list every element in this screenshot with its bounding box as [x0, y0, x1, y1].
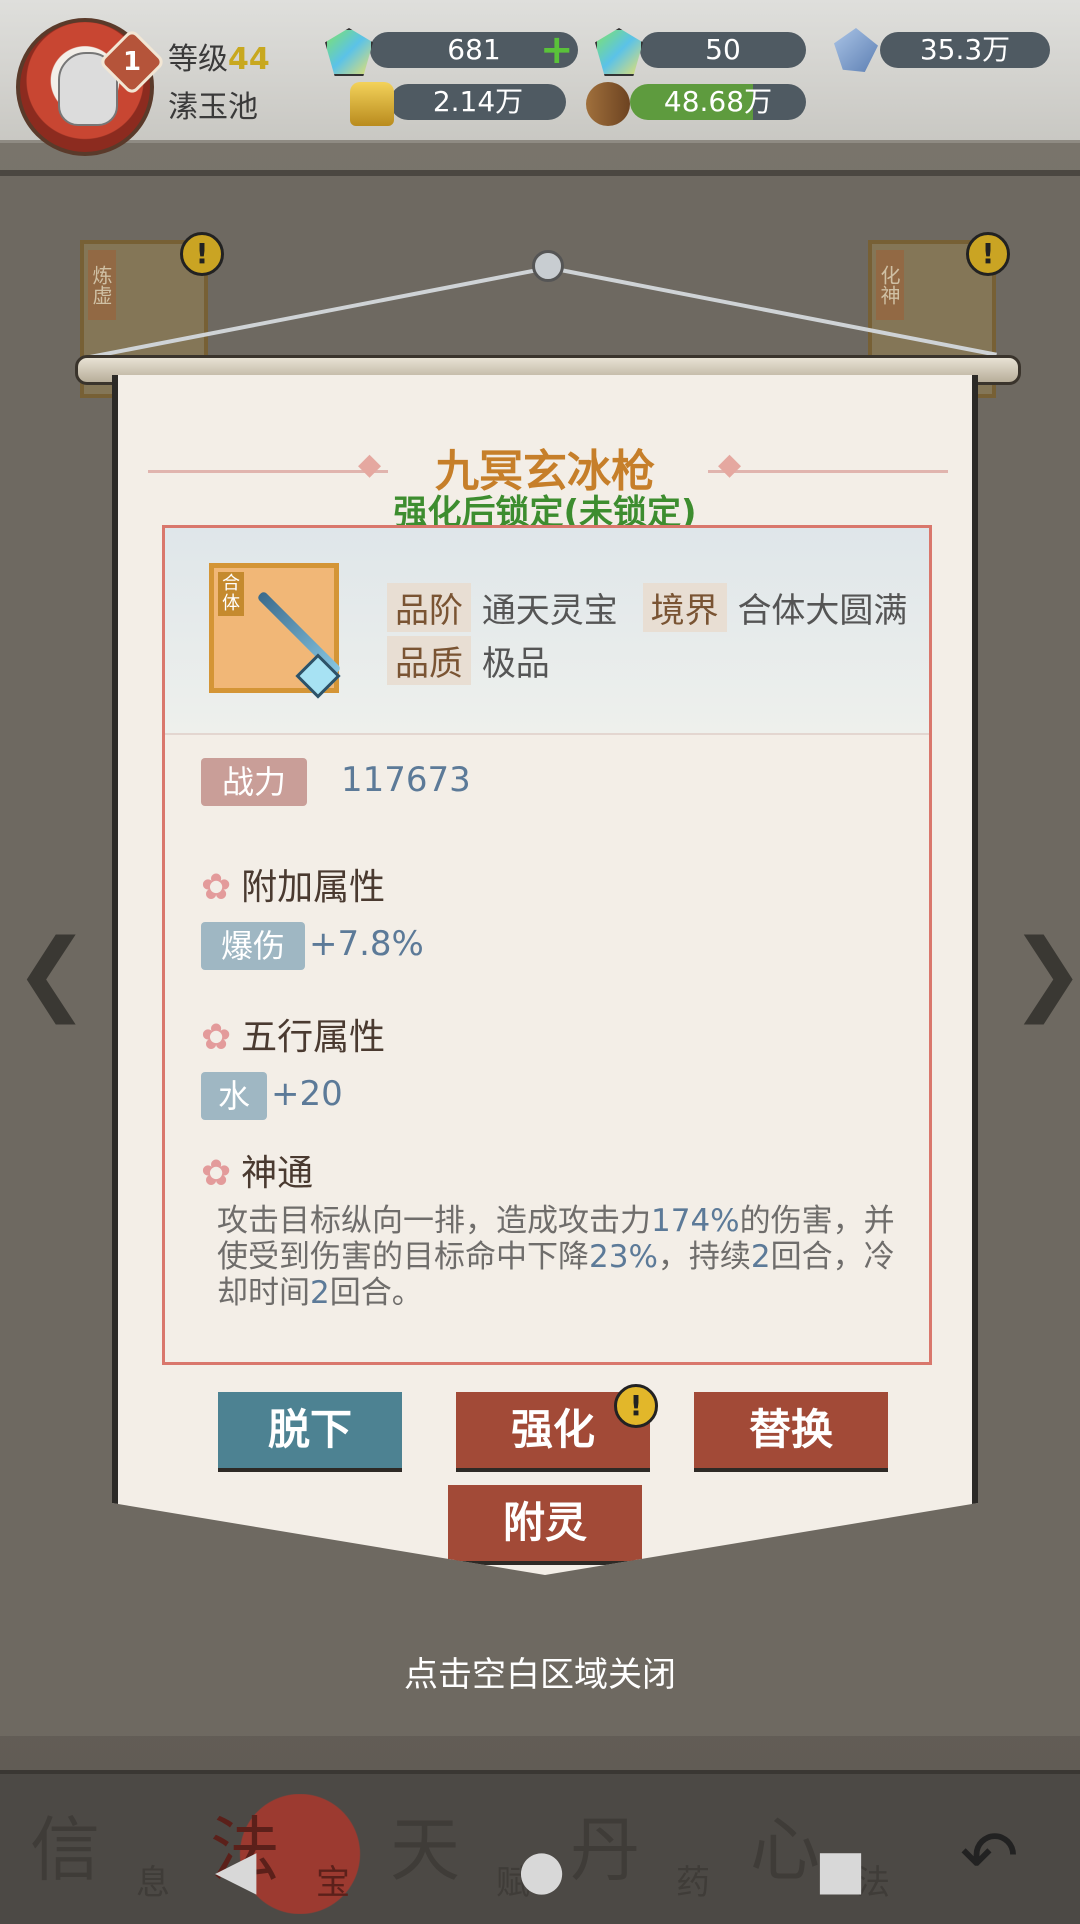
slot-tag: 化神 — [876, 250, 904, 320]
skill-number: 2 — [750, 1239, 771, 1275]
quality-label: 品质 — [387, 636, 471, 685]
realm-label: 境界 — [642, 583, 727, 632]
tab-main: 信 — [30, 1809, 100, 1891]
player-level: 等级44 — [168, 34, 270, 78]
skill-text: ，持续 — [657, 1239, 751, 1275]
item-spear-icon: 合体 — [209, 563, 342, 699]
element-title: 五行属性 — [241, 1017, 386, 1058]
realm-value: 合体大圆满 — [737, 591, 908, 631]
replace-button[interactable]: 替换 — [694, 1392, 888, 1468]
top-status-bar: 1 等级44 溸玉池 681 + 50 35.3万 2.14万 48.68万 — [0, 0, 1080, 156]
wood-amount: 48.68万 — [663, 85, 773, 118]
flower-icon: ✿ — [201, 1153, 232, 1194]
recents-square-icon[interactable]: ■ — [815, 1838, 866, 1901]
power-label: 战力 — [201, 758, 307, 806]
level-value: 44 — [228, 42, 270, 77]
add-gem-icon[interactable]: + — [540, 30, 574, 70]
return-arrow-icon[interactable]: ↶ — [960, 1815, 1019, 1897]
quality-value: 极品 — [481, 644, 550, 684]
bound-gem-amount: 50 — [705, 33, 741, 66]
skill-number: 174% — [651, 1203, 740, 1239]
skill-heading: ✿ 神通 — [201, 1144, 313, 1196]
enhance-button[interactable]: 强化 ! — [456, 1384, 658, 1468]
slot-tag: 炼虚 — [88, 250, 116, 320]
gold-amount: 2.14万 — [432, 85, 524, 118]
next-arrow-icon[interactable]: ❯ — [1010, 920, 1080, 1025]
back-triangle-icon[interactable]: ◀ — [215, 1838, 257, 1901]
extra-attr-value: +7.8% — [309, 924, 424, 964]
hanging-peg — [532, 250, 564, 282]
gold-counter[interactable]: 2.14万 — [390, 84, 566, 120]
alert-icon: ! — [966, 232, 1010, 276]
flower-icon: ✿ — [201, 1017, 232, 1058]
power-value: 117673 — [341, 760, 471, 800]
bound-gem-icon — [595, 28, 643, 76]
tab-sub: 药 — [676, 1863, 710, 1903]
close-hint: 点击空白区域关闭 — [404, 1655, 676, 1695]
rank-badge-value: 1 — [122, 47, 142, 77]
crystal-counter[interactable]: 35.3万 — [880, 32, 1050, 68]
player-avatar[interactable]: 1 — [16, 18, 166, 156]
quality-line: 品质 极品 — [387, 636, 564, 685]
unequip-button[interactable]: 脱下 — [218, 1392, 402, 1468]
skill-text: 攻击目标纵向一排，造成攻击力 — [217, 1203, 651, 1239]
skill-text: 回合。 — [329, 1275, 423, 1311]
spirit-gem-icon — [325, 28, 373, 76]
extra-attr-title: 附加属性 — [241, 867, 386, 908]
extra-attr-heading: ✿ 附加属性 — [201, 858, 385, 910]
location-name: 溸玉池 — [168, 90, 258, 125]
grade-realm-line: 品阶 通天灵宝 境界 合体大圆满 — [387, 583, 921, 632]
bound-gem-counter[interactable]: 50 — [640, 32, 806, 68]
element-value: +20 — [271, 1074, 343, 1114]
item-info-card: 合体 品阶 通天灵宝 境界 合体大圆满 品质 极品 战力 117673 ✿ 附加属… — [162, 525, 932, 1365]
alert-icon: ! — [614, 1384, 658, 1428]
grade-label: 品阶 — [387, 583, 471, 632]
flower-icon: ✿ — [201, 867, 232, 908]
enchant-button[interactable]: 附灵 — [448, 1485, 642, 1561]
skill-description: 攻击目标纵向一排，造成攻击力174%的伤害，并使受到伤害的目标命中下降23%，持… — [217, 1203, 897, 1311]
home-circle-icon[interactable]: ● — [518, 1838, 565, 1901]
skill-number: 23% — [589, 1239, 658, 1275]
item-header: 合体 品阶 通天灵宝 境界 合体大圆满 品质 极品 — [165, 528, 929, 735]
tab-pill[interactable]: 丹药 — [570, 1794, 750, 1914]
skill-title: 神通 — [241, 1153, 314, 1194]
prev-arrow-icon[interactable]: ❮ — [14, 920, 89, 1025]
extra-attr-name: 爆伤 — [201, 922, 305, 970]
item-detail-panel: ◆ ◆ 九冥玄冰枪 强化后锁定(未锁定) 合体 品阶 通天灵宝 境界 合体大圆满… — [112, 375, 978, 1575]
grade-value: 通天灵宝 — [481, 591, 618, 631]
gem-amount: 681 — [447, 33, 501, 66]
crystal-amount: 35.3万 — [919, 33, 1011, 66]
tab-sub: 息 — [136, 1863, 170, 1903]
gold-ingot-icon — [350, 82, 394, 126]
element-name: 水 — [201, 1072, 267, 1120]
alert-icon: ! — [180, 232, 224, 276]
tab-sub: 宝 — [316, 1863, 350, 1903]
spirit-crystal-icon — [834, 28, 878, 72]
wood-counter[interactable]: 48.68万 — [630, 84, 806, 120]
tab-main: 心 — [750, 1809, 820, 1891]
element-heading: ✿ 五行属性 — [201, 1008, 385, 1060]
tab-main: 丹 — [570, 1809, 640, 1891]
item-realm-tag: 合体 — [218, 572, 244, 616]
level-label: 等级 — [168, 42, 228, 77]
tab-info[interactable]: 信息 — [30, 1794, 210, 1914]
skill-number: 2 — [310, 1275, 330, 1311]
tab-main: 天 — [390, 1809, 460, 1891]
spear-shaft — [256, 590, 342, 676]
wood-log-icon — [586, 82, 630, 126]
enhance-label: 强化 — [510, 1405, 595, 1454]
